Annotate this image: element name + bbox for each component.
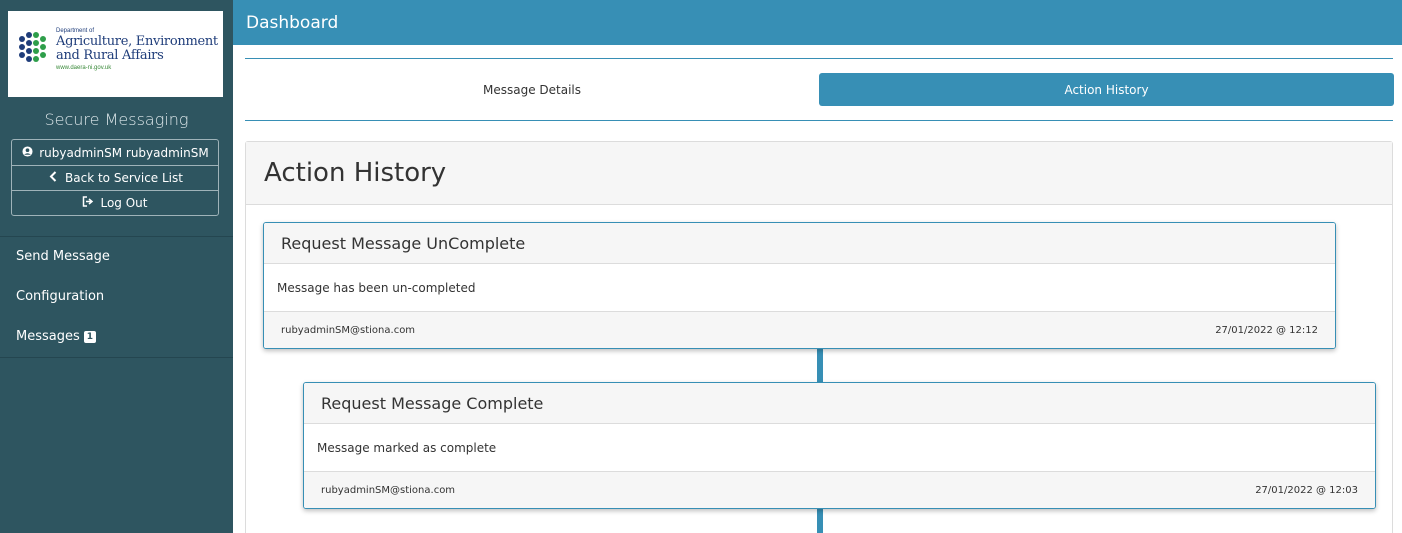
app-title: Secure Messaging [44,110,189,129]
event-timestamp: 27/01/2022 @ 12:03 [1255,484,1358,496]
nav-messages[interactable]: Messages 1 [16,329,97,344]
top-bar: Dashboard [233,0,1402,45]
user-name: rubyadminSM rubyadminSM [39,145,209,160]
event-title-text: Request Message UnComplete [281,233,526,253]
logo-line-1: Agriculture, Environment [56,34,218,49]
event-title: Request Message UnComplete [264,223,1335,264]
timeline-event-card: Request Message UnComplete Message has b… [263,222,1336,349]
daera-logo[interactable]: Department of Agriculture, Environment a… [8,11,223,97]
nav-messages-label: Messages [16,329,80,344]
logo-line-2: and Rural Affairs [56,48,164,63]
log-out-link[interactable]: Log Out [12,190,218,215]
event-title-text: Request Message Complete [321,393,544,413]
logout-label: Log Out [100,196,148,210]
event-body-text: Message marked as complete [317,440,497,455]
tab-message-details-label: Message Details [482,82,581,97]
timeline-connector [817,348,823,382]
tab-action-history-label: Action History [1064,82,1149,97]
nav-configuration-label: Configuration [16,289,105,304]
nav-send-message-label: Send Message [16,249,110,264]
sign-out-icon [82,196,94,210]
user-profile-link[interactable]: rubyadminSM rubyadminSM [12,140,218,165]
event-footer: rubyadminSM@stiona.com 27/01/2022 @ 12:1… [264,312,1335,348]
messages-count-badge: 1 [83,330,97,343]
user-menu: rubyadminSM rubyadminSM Back to Service … [11,139,219,216]
chevron-left-icon [47,171,59,185]
user-circle-icon [21,145,33,160]
logo-emblem-icon [19,32,46,62]
page-title: Dashboard [246,12,339,33]
timeline-event-card: Request Message Complete Message marked … [303,382,1376,509]
event-body: Message marked as complete [304,424,1375,472]
tabs-bottom-border [245,120,1393,121]
timeline-connector [817,508,823,533]
event-body-text: Message has been un-completed [277,280,476,295]
sidebar: Department of Agriculture, Environment a… [0,0,233,533]
tabs-top-border [245,58,1393,59]
logo-text: Department of Agriculture, Environment a… [56,28,218,73]
panel-title: Action History [264,158,447,188]
event-user: rubyadminSM@stiona.com [321,484,456,496]
event-user: rubyadminSM@stiona.com [281,324,416,336]
nav-configuration[interactable]: Configuration [16,289,104,304]
event-timestamp: 27/01/2022 @ 12:12 [1215,324,1318,336]
panel-header: Action History [246,142,1392,205]
event-footer: rubyadminSM@stiona.com 27/01/2022 @ 12:0… [304,472,1375,508]
back-to-service-list-link[interactable]: Back to Service List [12,165,218,190]
nav-divider [0,357,233,358]
nav-divider [0,236,233,237]
event-title: Request Message Complete [304,383,1375,424]
back-label: Back to Service List [65,171,183,185]
nav-send-message[interactable]: Send Message [16,249,110,264]
event-body: Message has been un-completed [264,264,1335,312]
logo-url: www.daera-ni.gov.uk [56,65,112,71]
tab-message-details[interactable]: Message Details [245,73,819,106]
tab-action-history[interactable]: Action History [819,73,1394,106]
